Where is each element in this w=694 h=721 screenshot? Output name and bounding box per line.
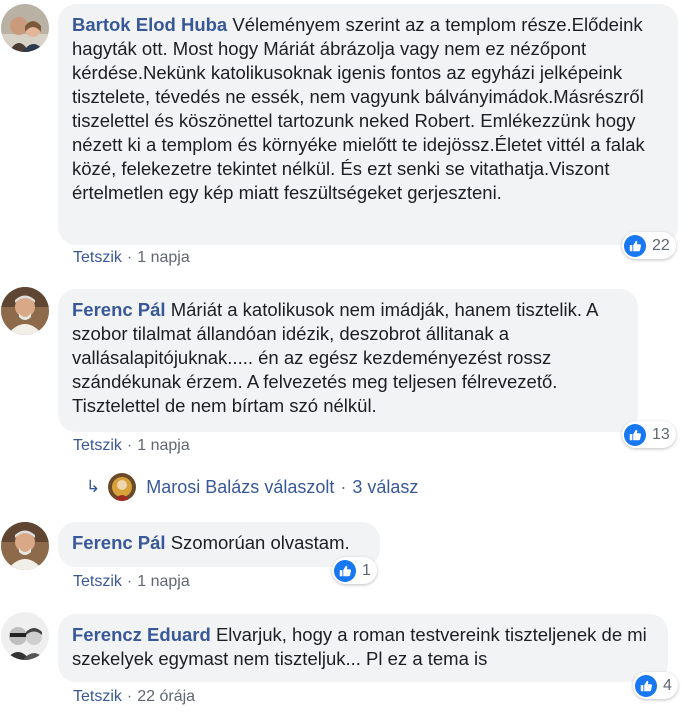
reaction-number: 22 [652,236,670,254]
reply-action: válaszolt [264,476,335,497]
comment-actions: Tetszik · 1 napja [73,437,190,454]
comment-time[interactable]: 22 órája [137,688,195,705]
view-replies-link[interactable]: ↳ Marosi Balázs válaszolt · 3 válasz [86,472,418,502]
reply-arrow-icon: ↳ [86,477,101,496]
reaction-count[interactable]: 13 [622,421,676,448]
avatar-ferenc-pal[interactable] [1,287,49,335]
reaction-count[interactable]: 4 [633,672,678,699]
comment-time[interactable]: 1 napja [137,249,190,266]
thumbs-up-icon [624,423,646,446]
avatar-ferencz-eduard[interactable] [1,612,49,660]
like-link[interactable]: Tetszik [73,573,122,590]
comment-author[interactable]: Bartok Elod Huba [72,14,227,35]
comment-actions: Tetszik · 1 napja [73,573,190,590]
comment-actions: Tetszik · 22 órája [73,688,196,705]
reaction-count[interactable]: 22 [622,232,676,259]
comment-text: Szomorúan olvastam. [170,532,350,553]
reaction-number: 13 [652,425,670,443]
comment-author[interactable]: Ferenc Pál [72,532,166,553]
thumbs-up-icon [624,234,646,257]
thumbs-up-icon [334,559,356,582]
reaction-number: 1 [362,561,371,579]
reaction-count[interactable]: 1 [332,557,377,584]
reaction-number: 4 [663,676,672,694]
comment-bubble: Ferenc Pál Máriát a katolikusok nem imád… [58,289,638,432]
avatar-marosi [108,473,137,501]
reply-author[interactable]: Marosi Balázs [146,477,259,498]
reply-count[interactable]: 3 válasz [352,477,418,498]
like-link[interactable]: Tetszik [73,688,122,705]
thumbs-up-icon [635,674,657,697]
comment-time[interactable]: 1 napja [137,573,190,590]
comment-text: Véleményem szerint az a templom része.El… [72,14,645,203]
comment-author[interactable]: Ferencz Eduard [72,624,211,645]
like-link[interactable]: Tetszik [73,437,122,454]
comment-author[interactable]: Ferenc Pál [72,299,166,320]
avatar-bartok[interactable] [1,4,49,52]
avatar-ferenc-pal[interactable] [1,522,49,570]
comment-bubble: Bartok Elod Huba Véleményem szerint az a… [58,4,678,245]
like-link[interactable]: Tetszik [73,249,122,266]
comment-bubble: Ferencz Eduard Elvarjuk, hogy a roman te… [58,614,668,682]
comment-time[interactable]: 1 napja [137,437,190,454]
comment-actions: Tetszik · 1 napja [73,249,190,266]
comment-bubble: Ferenc Pál Szomorúan olvastam. [58,522,380,567]
